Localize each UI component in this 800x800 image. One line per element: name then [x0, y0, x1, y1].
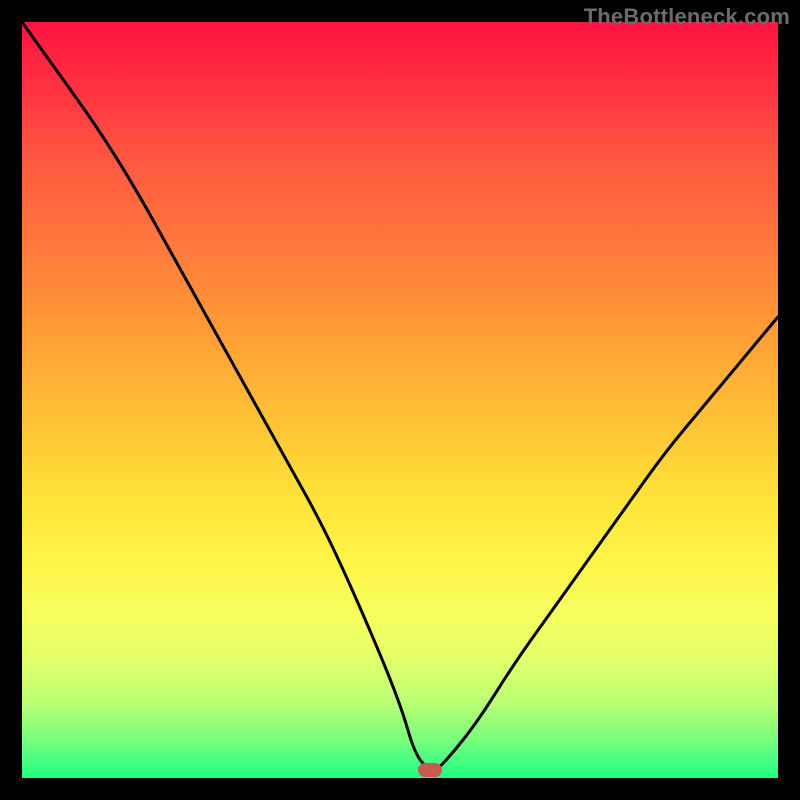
chart-frame: TheBottleneck.com [0, 0, 800, 800]
plot-area [22, 22, 778, 778]
optimum-marker [418, 763, 442, 777]
curve-layer [22, 22, 778, 778]
watermark-text: TheBottleneck.com [584, 4, 790, 30]
bottleneck-curve [22, 22, 778, 770]
